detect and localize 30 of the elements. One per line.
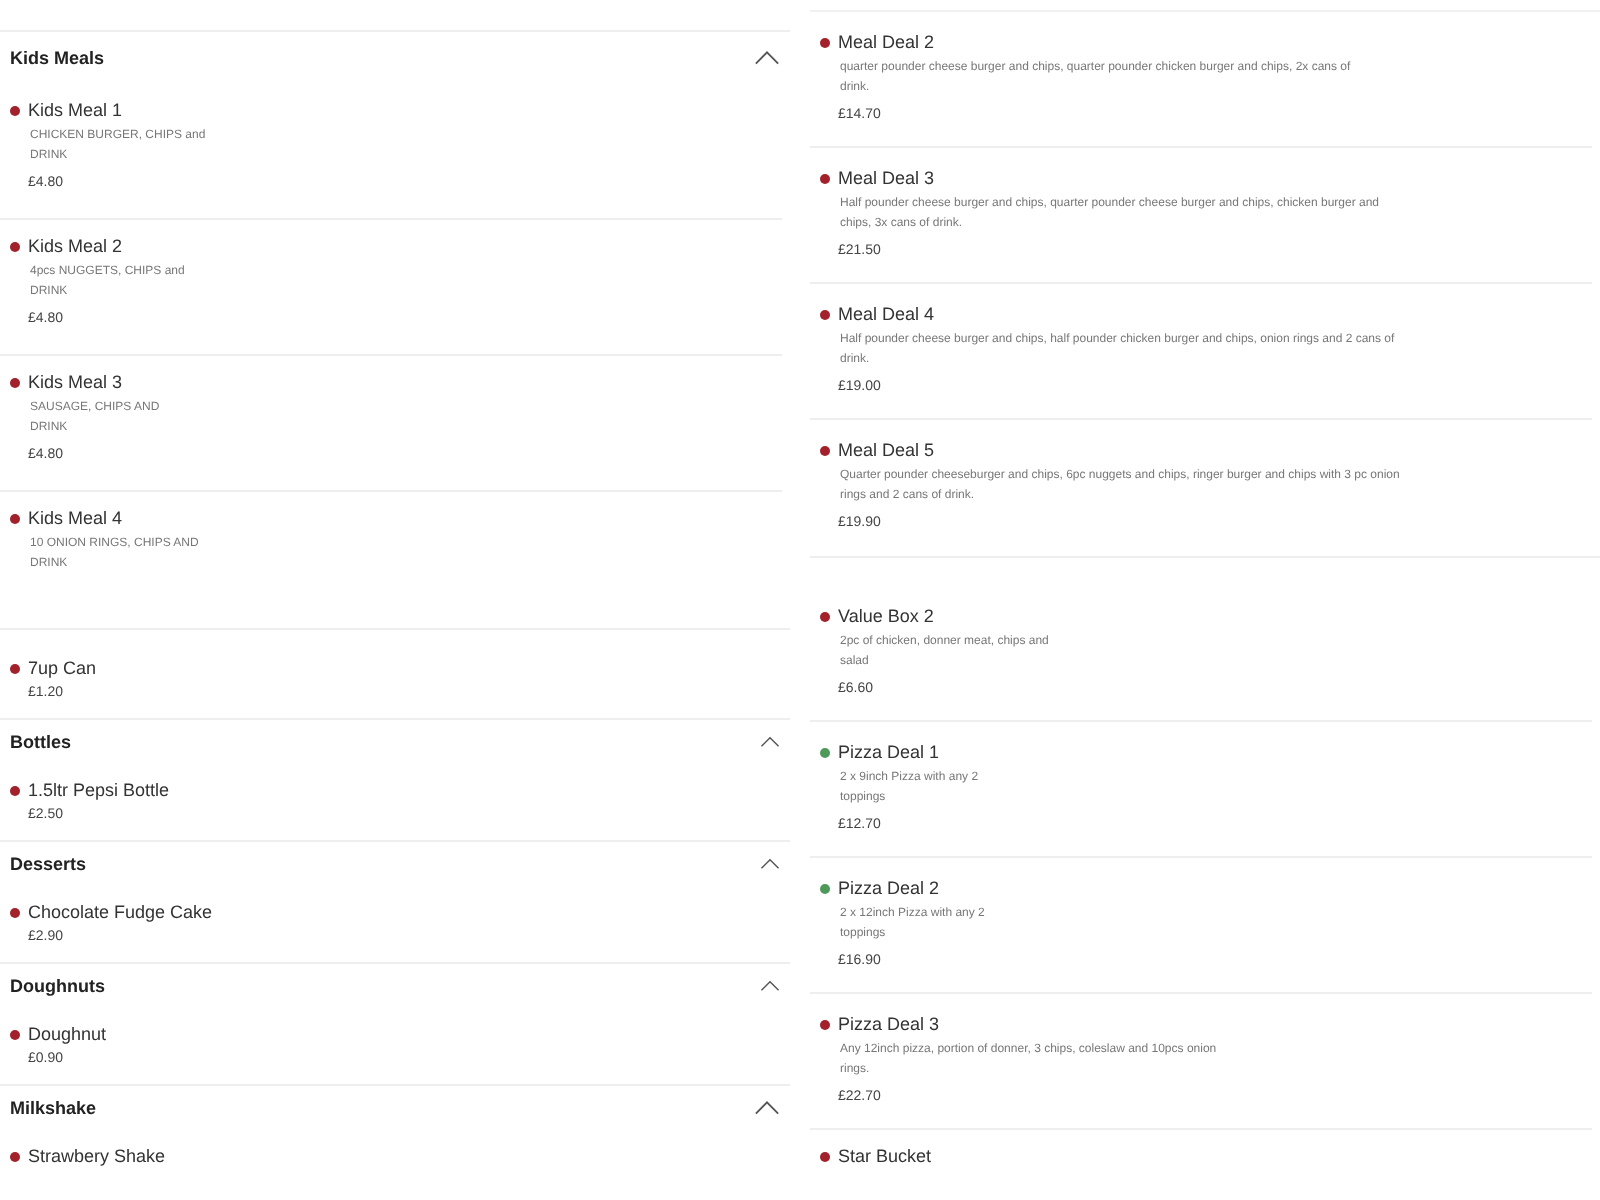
item-name: Meal Deal 3	[838, 168, 935, 188]
category-heading: Desserts	[10, 854, 87, 874]
item-name: Value Box 2	[838, 606, 934, 626]
item-name: Pizza Deal 3	[838, 1014, 940, 1034]
chevron-up-icon[interactable]	[754, 50, 780, 66]
item-name: Meal Deal 2	[838, 32, 935, 52]
chevron-up-icon[interactable]	[760, 980, 780, 992]
item-name: Meal Deal 5	[838, 440, 935, 460]
item-name: Kids Meal 4	[28, 508, 123, 528]
item-name: Pizza Deal 2	[838, 878, 940, 898]
menu-item[interactable]: Strawbery Shake	[0, 1130, 782, 1200]
category-heading: Doughnuts	[10, 976, 105, 996]
category-heading: Kids Meals	[10, 48, 105, 68]
item-name: Chocolate Fudge Cake	[28, 902, 213, 922]
chevron-up-icon[interactable]	[760, 736, 780, 748]
item-name: 7up Can	[28, 658, 97, 678]
category-heading: Milkshake	[10, 1098, 97, 1118]
item-name: Doughnut	[28, 1024, 107, 1044]
item-name: Strawbery Shake	[28, 1146, 166, 1166]
item-name: Meal Deal 4	[838, 304, 935, 324]
chevron-up-icon[interactable]	[760, 858, 780, 870]
chevron-up-icon[interactable]	[754, 1100, 780, 1116]
item-name: Kids Meal 1	[28, 100, 123, 120]
item-name: Kids Meal 3	[28, 372, 123, 392]
item-name: Star Bucket	[838, 1146, 932, 1166]
item-name: Pizza Deal 1	[838, 742, 940, 762]
item-name: 1.5ltr Pepsi Bottle	[28, 780, 170, 800]
category-heading: Bottles	[10, 732, 72, 752]
item-name: Kids Meal 2	[28, 236, 123, 256]
menu-item[interactable]: Star Bucket	[810, 1130, 1592, 1200]
